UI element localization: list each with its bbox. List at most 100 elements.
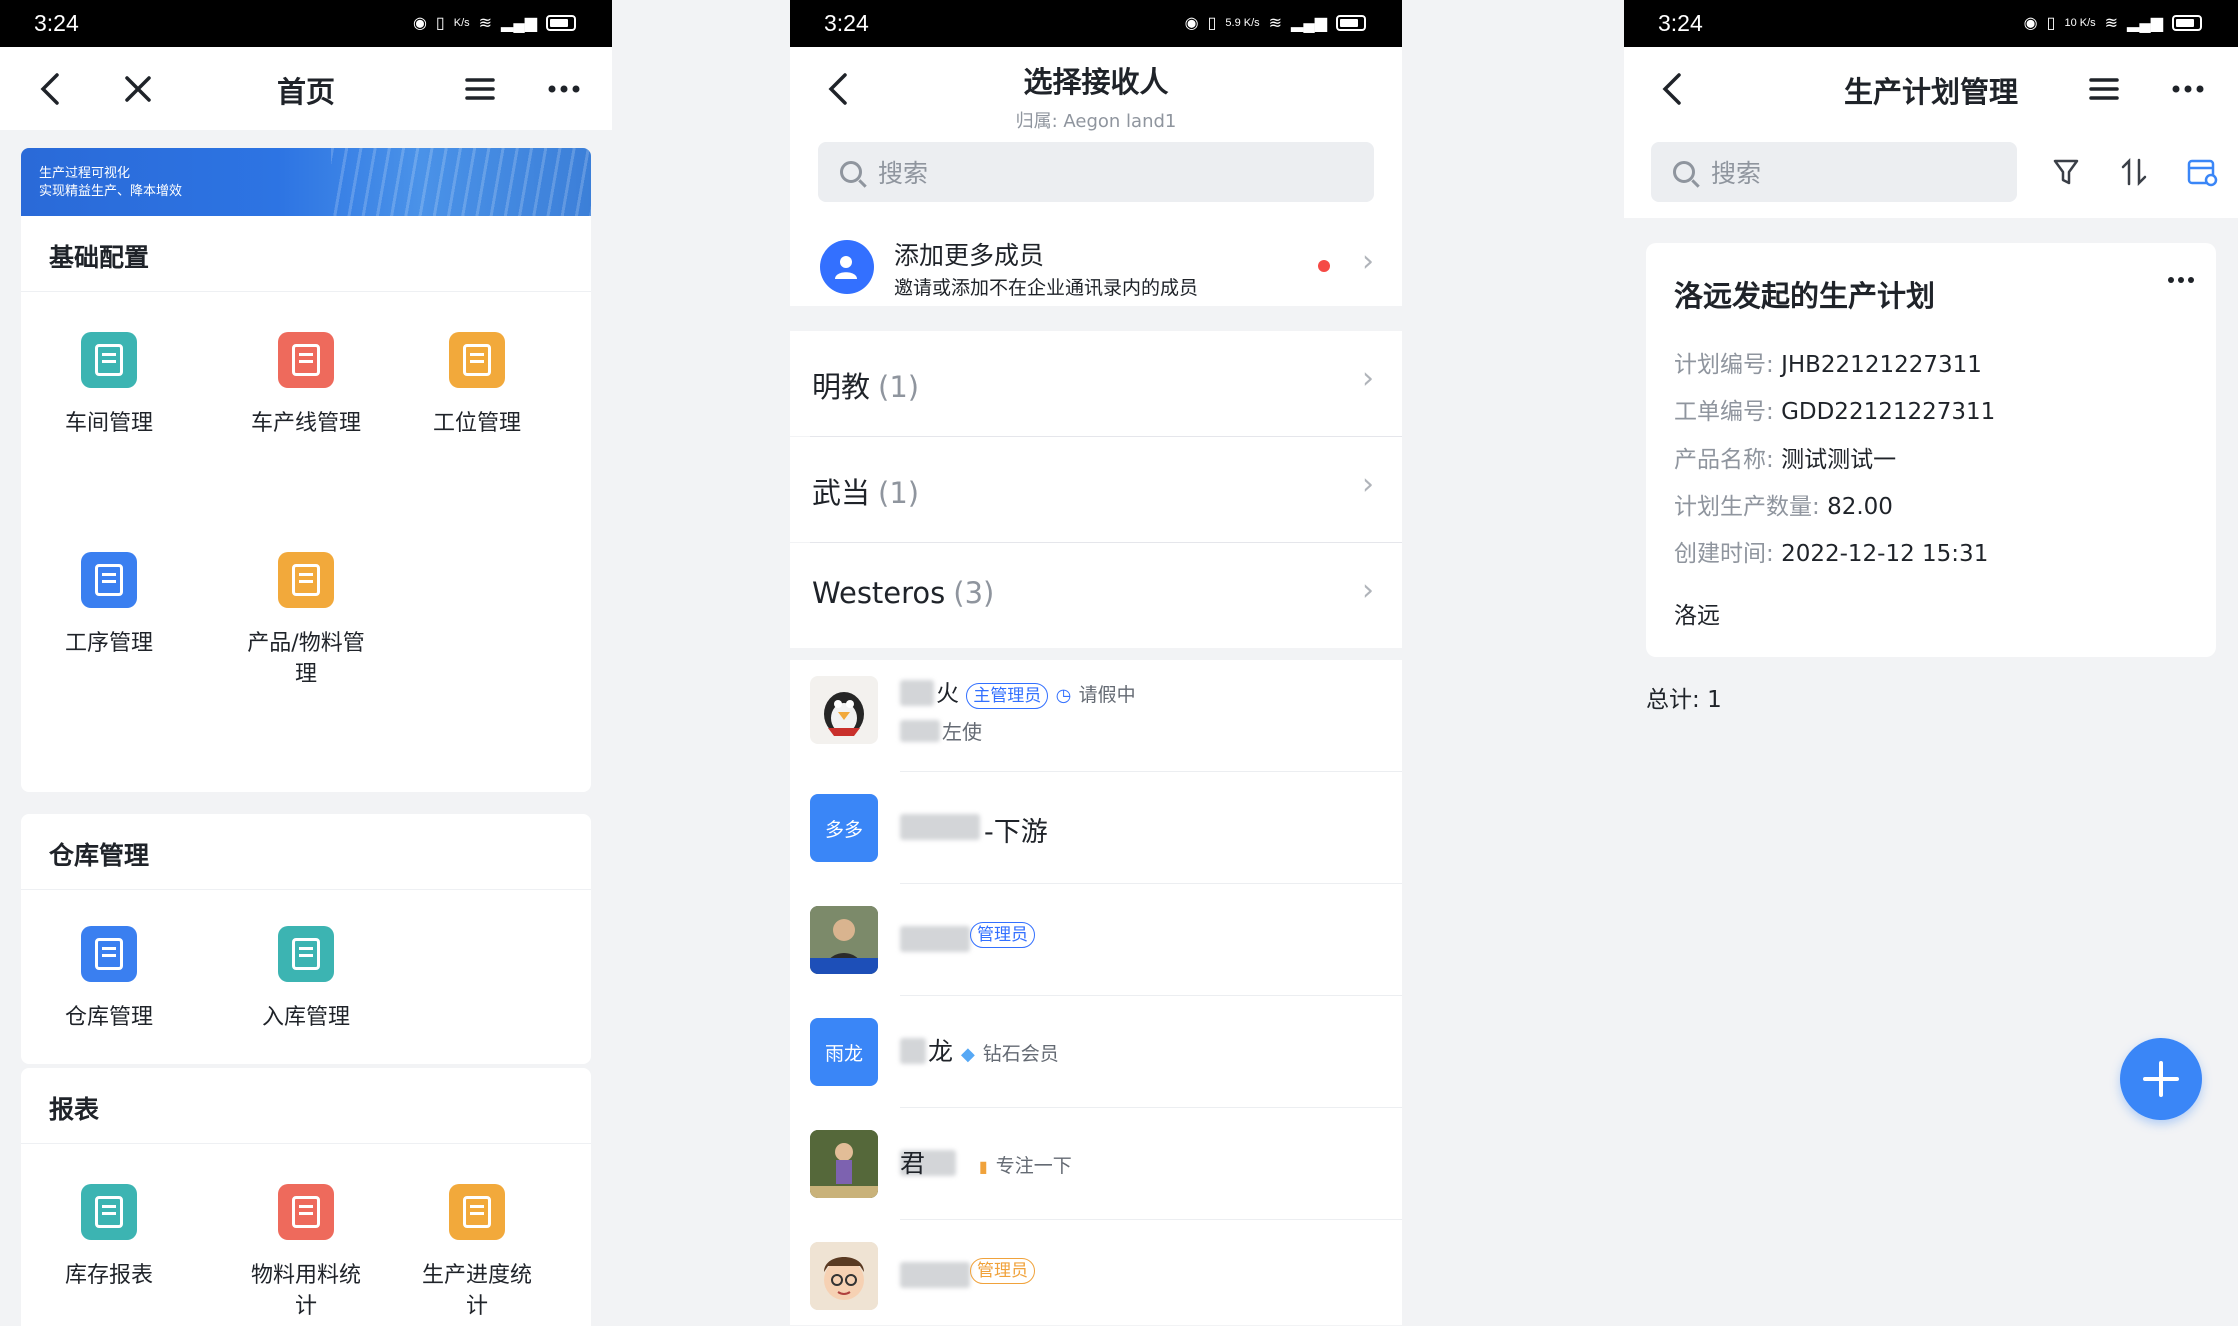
phone-production-plan: 3:24 ◉ ▯ 10 K/s ≋ ▂▄▆ 生产计划管理 搜索 洛远发起的生产计…: [1624, 0, 2238, 1326]
search-input[interactable]: 搜索: [1651, 142, 2017, 202]
more-icon[interactable]: [2166, 67, 2210, 111]
vibrate-icon: ▯: [2046, 15, 2056, 32]
grid-item-station[interactable]: 工位管理: [391, 332, 563, 439]
sort-icon[interactable]: [2114, 152, 2154, 192]
page-title: 选择接收人: [1023, 65, 1169, 99]
grid-item-warehouse[interactable]: 仓库管理: [23, 926, 195, 1033]
card-more-icon[interactable]: [2168, 269, 2194, 288]
menu-icon[interactable]: [458, 67, 502, 111]
avatar: [810, 676, 878, 744]
page-title: 首页: [276, 75, 335, 109]
close-icon[interactable]: [116, 67, 160, 111]
chevron-right-icon: ›: [1362, 467, 1374, 502]
member-row[interactable]: 雨龙 龙 ◆ 钻石会员: [790, 996, 1402, 1108]
eye-icon: ◉: [2023, 15, 2038, 32]
add-person-icon: [820, 240, 874, 294]
nav-bar: 首页: [0, 47, 612, 130]
search-placeholder: 搜索: [878, 159, 929, 188]
status-bar: 3:24 ◉ ▯ 10 K/s ≋ ▂▄▆: [1624, 0, 2238, 47]
member-name: 火: [936, 681, 959, 707]
wifi-icon: ≋: [1268, 15, 1283, 32]
total-count: 总计: 1: [1646, 687, 1722, 713]
banner-line1: 生产过程可视化: [39, 166, 131, 181]
grid-label: 物料用料统计: [250, 1263, 361, 1319]
field-product-name: 产品名称: 测试测试一: [1674, 447, 1897, 473]
field-plan-qty: 计划生产数量: 82.00: [1674, 494, 1893, 520]
vibrate-icon: ▯: [1207, 15, 1217, 32]
add-button[interactable]: [2120, 1038, 2202, 1120]
member-row[interactable]: 君 ▮ 专注一下: [790, 1108, 1402, 1220]
product-material-icon: [278, 552, 334, 608]
filter-icon[interactable]: [2046, 152, 2086, 192]
group-row-wudang[interactable]: 武当 (1) ›: [790, 437, 1402, 542]
admin-badge: 管理员: [970, 922, 1035, 948]
plan-card[interactable]: 洛远发起的生产计划 计划编号: JHB22121227311 工单编号: GDD…: [1646, 243, 2216, 657]
avatar: 雨龙: [810, 1018, 878, 1086]
back-icon[interactable]: [1650, 67, 1694, 111]
banner[interactable]: 生产过程可视化 实现精益生产、降本增效: [21, 148, 591, 216]
search-icon: [840, 161, 862, 183]
avatar: [810, 1242, 878, 1310]
page-title: 生产计划管理: [1843, 75, 2018, 109]
grid-item-workshop[interactable]: 车间管理: [23, 332, 195, 439]
phone-select-recipient: 3:24 ◉ ▯ 5.9 K/s ≋ ▂▄▆ 选择接收人 归属: Aegon l…: [790, 0, 1402, 1326]
wifi-icon: ≋: [478, 15, 493, 32]
grid-item-production-progress[interactable]: 生产进度统计: [391, 1184, 563, 1322]
more-icon[interactable]: [542, 67, 586, 111]
settings-list-icon[interactable]: [2182, 152, 2222, 192]
chevron-right-icon: ›: [1362, 573, 1374, 608]
group-name: 明教: [812, 370, 871, 404]
speed-label: 10 K/s: [2064, 17, 2096, 29]
member-name: 龙: [928, 1037, 954, 1066]
production-line-icon: [278, 332, 334, 388]
nav-bar: 生产计划管理: [1624, 47, 2238, 130]
signal-icon: ▂▄▆: [501, 15, 537, 32]
member-status: 请假中: [1078, 684, 1136, 706]
member-row[interactable]: 多多 -下游: [790, 772, 1402, 884]
wifi-icon: ≋: [2104, 15, 2119, 32]
chevron-right-icon: ›: [1362, 244, 1374, 279]
group-row-mingjiao[interactable]: 明教 (1) ›: [790, 331, 1402, 436]
section-title: 基础配置: [21, 216, 591, 292]
nav-bar: 选择接收人 归属: Aegon land1: [790, 47, 1402, 132]
grid-item-inbound[interactable]: 入库管理: [220, 926, 392, 1033]
grid-label: 车间管理: [64, 411, 153, 436]
search-input[interactable]: 搜索: [818, 142, 1374, 202]
signal-icon: ▂▄▆: [2127, 15, 2163, 32]
back-icon[interactable]: [816, 67, 860, 111]
station-icon: [449, 332, 505, 388]
group-count: (1): [878, 370, 920, 404]
back-icon[interactable]: [28, 67, 72, 111]
vibrate-icon: ▯: [435, 15, 445, 32]
member-row[interactable]: 火 主管理员 ◷ 请假中 左使: [790, 660, 1402, 772]
section-title: 仓库管理: [21, 814, 591, 890]
battery-icon: [1336, 15, 1366, 31]
member-row[interactable]: 管理员: [790, 884, 1402, 996]
inbound-icon: [278, 926, 334, 982]
section-basic-config: 基础配置 车间管理 车产线管理 工位管理 工序管理 产品/物料管理: [21, 216, 591, 792]
grid-item-process[interactable]: 工序管理: [23, 552, 195, 659]
member-row[interactable]: 管理员: [790, 1220, 1402, 1325]
group-row-westeros[interactable]: Westeros (3) ›: [790, 543, 1402, 648]
speed-label: 5.9 K/s: [1225, 17, 1260, 29]
signal-icon: ▂▄▆: [1291, 15, 1327, 32]
chevron-right-icon: ›: [1362, 361, 1374, 396]
avatar: 多多: [810, 794, 878, 862]
grid-item-product-material[interactable]: 产品/物料管理: [220, 552, 392, 690]
section-warehouse: 仓库管理 仓库管理 入库管理: [21, 814, 591, 1064]
menu-icon[interactable]: [2082, 67, 2126, 111]
field-created-time: 创建时间: 2022-12-12 15:31: [1674, 541, 1989, 567]
grid-label: 库存报表: [64, 1263, 153, 1288]
status-bar: 3:24 ◉ ▯ 5.9 K/s ≋ ▂▄▆: [790, 0, 1402, 47]
search-icon: [1673, 161, 1695, 183]
leave-icon: ◷: [1055, 685, 1072, 706]
grid-item-material-usage[interactable]: 物料用料统计: [220, 1184, 392, 1322]
grid-label: 仓库管理: [64, 1005, 153, 1030]
grid-item-inventory-report[interactable]: 库存报表: [23, 1184, 195, 1291]
add-member-row[interactable]: 添加更多成员 邀请或添加不在企业通讯录内的成员 ›: [790, 216, 1402, 306]
grid-item-production-line[interactable]: 车产线管理: [220, 332, 392, 439]
battery-icon: [2172, 15, 2202, 31]
warehouse-icon: [81, 926, 137, 982]
avatar: [810, 906, 878, 974]
add-member-title: 添加更多成员: [894, 241, 1045, 270]
